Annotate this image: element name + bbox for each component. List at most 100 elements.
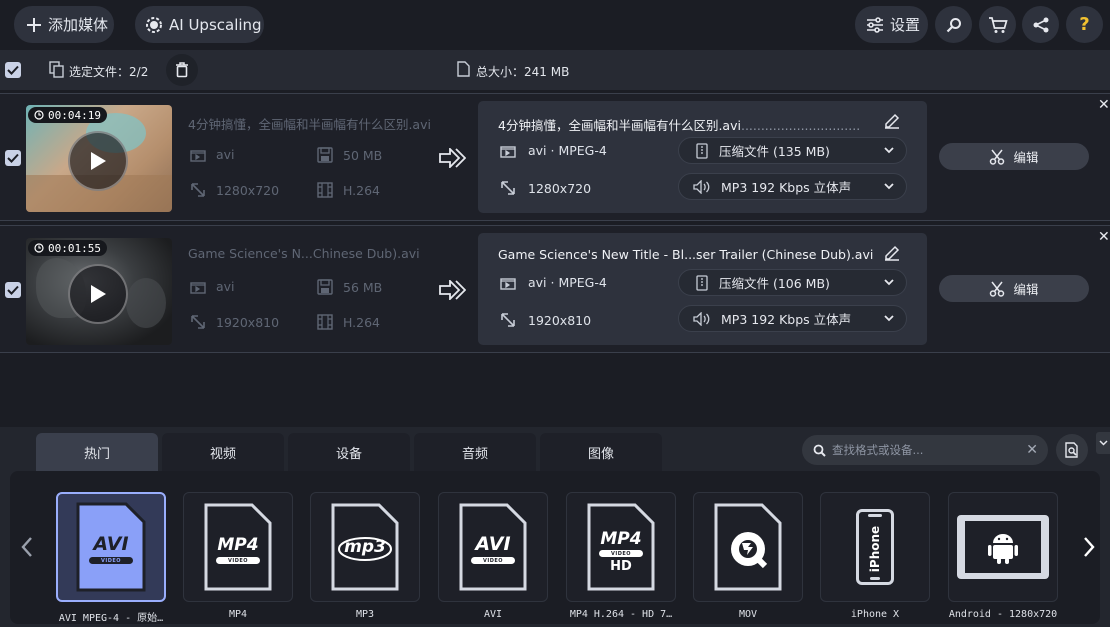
chevron-down-icon [1098,440,1108,446]
audio-dropdown[interactable]: MP3 192 Kbps 立体声 [678,173,907,200]
file-checkbox[interactable] [5,282,21,298]
format-card-mov[interactable] [693,492,803,602]
format-card-mp3[interactable]: mp3 [310,492,420,602]
source-codec-text: H.264 [343,182,381,198]
format-card-label: Android - 1280x720 [948,609,1058,620]
add-media-button[interactable]: 添加媒体 [14,6,114,43]
format-badge: MP4 [600,529,642,549]
play-button[interactable] [68,131,128,191]
selected-files-label: 选定文件： [69,65,130,79]
output-filename[interactable]: 4分钟搞懂，全画幅和半画幅有什么区别.avi..................… [498,115,860,134]
duration-badge: 00:01:55 [28,240,107,256]
collapse-panel-button[interactable] [1096,432,1110,454]
cart-button[interactable] [979,6,1016,43]
play-button[interactable] [68,264,128,324]
source-resolution: 1920x810 [190,314,279,330]
clock-icon [34,110,44,120]
format-card-label: MOV [738,609,758,620]
source-resolution-text: 1280x720 [216,182,280,198]
avi-file-icon: AVI VIDEO [75,501,147,593]
close-icon: ✕ [1098,97,1110,113]
format-card-mp4[interactable]: MP4 VIDEO [183,492,293,602]
edit-button[interactable]: 编辑 [939,143,1089,170]
video-thumbnail[interactable]: 00:04:19 [26,105,172,212]
tab-audio[interactable]: 音频 [414,433,536,471]
film-icon [317,314,333,330]
detect-format-button[interactable] [1056,434,1088,466]
video-format-icon [500,145,516,158]
format-card-avi[interactable]: AVI VIDEO [438,492,548,602]
tab-popular[interactable]: 热门 [36,433,158,471]
format-hd-badge: HD [610,559,632,574]
file-row: 00:01:55 Game Science's N...Chinese Dub)… [0,225,1110,353]
source-size: 56 MB [317,279,382,295]
tab-image[interactable]: 图像 [540,433,662,471]
file-checkbox[interactable] [5,150,21,166]
search-icon [813,444,826,457]
format-card-mp4-hd[interactable]: MP4 VIDEO HD [566,492,676,602]
format-presets-strip: AVI VIDEO AVI MPEG-4 - 原始… MP4 VIDEO MP4… [10,471,1100,624]
format-badge: AVI [93,533,129,555]
ai-upscaling-label: AI Upscaling [169,15,262,34]
select-all-checkbox[interactable] [5,62,21,78]
output-filename[interactable]: Game Science's New Title - Bl...ser Trai… [498,247,873,262]
format-card-label: iPhone X [850,609,900,620]
sliders-icon [867,16,883,33]
video-thumbnail[interactable]: 00:01:55 [26,238,172,345]
search-icon [946,17,961,32]
format-card-label: MP4 [228,609,248,620]
save-icon [317,147,333,163]
video-format-icon [500,277,516,290]
source-format-text: avi [216,147,235,162]
file-row: 00:04:19 4分钟搞懂，全画幅和半画幅有什么区别.avi avi 50 M… [0,93,1110,221]
format-sub-badge: VIDEO [89,557,133,564]
save-icon [317,279,333,295]
share-icon [1033,17,1048,32]
settings-label: 设置 [890,16,921,34]
avi-file-icon: AVI VIDEO [457,501,529,593]
settings-button[interactable]: 设置 [855,6,928,43]
rename-pencil-icon[interactable] [883,111,901,129]
format-badge: AVI [475,533,511,555]
remove-file-button[interactable]: ✕ [1098,229,1110,245]
scroll-left-icon[interactable] [20,536,34,558]
search-button[interactable] [935,6,972,43]
chevron-down-icon [884,279,894,286]
resize-icon [191,315,205,329]
cart-icon [988,16,1008,33]
output-filename-dots: .............................. [740,118,861,133]
audio-dropdown[interactable]: MP3 192 Kbps 立体声 [678,305,907,332]
video-format-icon [190,281,206,294]
tab-devices[interactable]: 设备 [288,433,410,471]
format-search-input[interactable] [832,443,1027,457]
total-size-label: 总大小： [476,65,525,79]
clear-search-icon[interactable]: ✕ [1026,442,1038,458]
share-button[interactable] [1022,6,1059,43]
tab-video[interactable]: 视频 [162,433,284,471]
scissors-icon [990,149,1005,165]
format-card-label: MP3 [355,609,375,620]
compress-label: 压缩文件 (106 MB) [719,276,830,291]
video-format-icon [190,149,206,162]
rename-pencil-icon[interactable] [883,243,901,261]
delete-button[interactable] [166,54,198,86]
output-filename-text: 4分钟搞懂，全画幅和半画幅有什么区别.avi [498,118,741,133]
help-button[interactable]: ? [1066,6,1103,43]
scroll-right-icon[interactable] [1082,536,1096,558]
format-card-avi-mpeg4[interactable]: AVI VIDEO [56,492,166,602]
edit-label: 编辑 [1013,150,1039,165]
format-card-iphone-x[interactable]: iPhone [820,492,930,602]
compress-icon [696,142,708,159]
format-sub-badge: VIDEO [471,557,515,564]
duration-text: 00:04:19 [48,108,101,122]
compress-dropdown[interactable]: 压缩文件 (106 MB) [678,269,907,296]
compress-dropdown[interactable]: 压缩文件 (135 MB) [678,137,907,164]
speaker-icon [693,311,710,326]
duration-text: 00:01:55 [48,241,101,255]
edit-button[interactable]: 编辑 [939,275,1089,302]
iphone-icon: iPhone [856,509,894,585]
ai-upscaling-button[interactable]: AI Upscaling [135,6,264,43]
remove-file-button[interactable]: ✕ [1098,97,1110,113]
format-card-android[interactable] [948,492,1058,602]
output-resolution-text: 1280x720 [528,180,592,196]
